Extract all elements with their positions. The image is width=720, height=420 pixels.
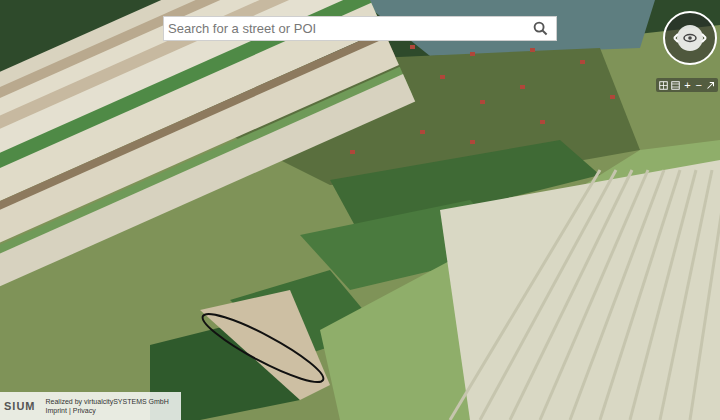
search-bar[interactable] [163,16,557,41]
privacy-link[interactable]: Privacy [73,406,96,415]
grid-icon[interactable] [659,81,668,90]
arrow-icon[interactable] [706,81,715,90]
search-input[interactable] [168,18,533,39]
cesium-logo[interactable]: SIUM [4,400,36,412]
navigation-compass[interactable] [662,10,720,68]
compass-icon[interactable] [662,10,718,66]
link-separator: | [69,406,71,415]
annotation-ellipse [197,305,329,392]
map-toolbar: +− [656,78,718,92]
zoom-in-button[interactable]: + [683,79,691,91]
map-viewer[interactable]: +− SIUM Realized by virtualcitySYSTEMS Gmb… [0,0,720,420]
aerial-map[interactable] [0,0,720,420]
credit-text: Realized by virtualcitySYSTEMS GmbH [46,397,169,406]
search-icon[interactable] [533,21,548,36]
layers-icon[interactable] [671,81,680,90]
attribution-links: Imprint|Privacy [46,406,169,415]
zoom-out-button[interactable]: − [695,79,703,91]
imprint-link[interactable]: Imprint [46,406,67,415]
attribution-bar: SIUM Realized by virtualcitySYSTEMS GmbHI… [0,392,181,420]
credit-block: Realized by virtualcitySYSTEMS GmbHImpri… [46,397,169,415]
